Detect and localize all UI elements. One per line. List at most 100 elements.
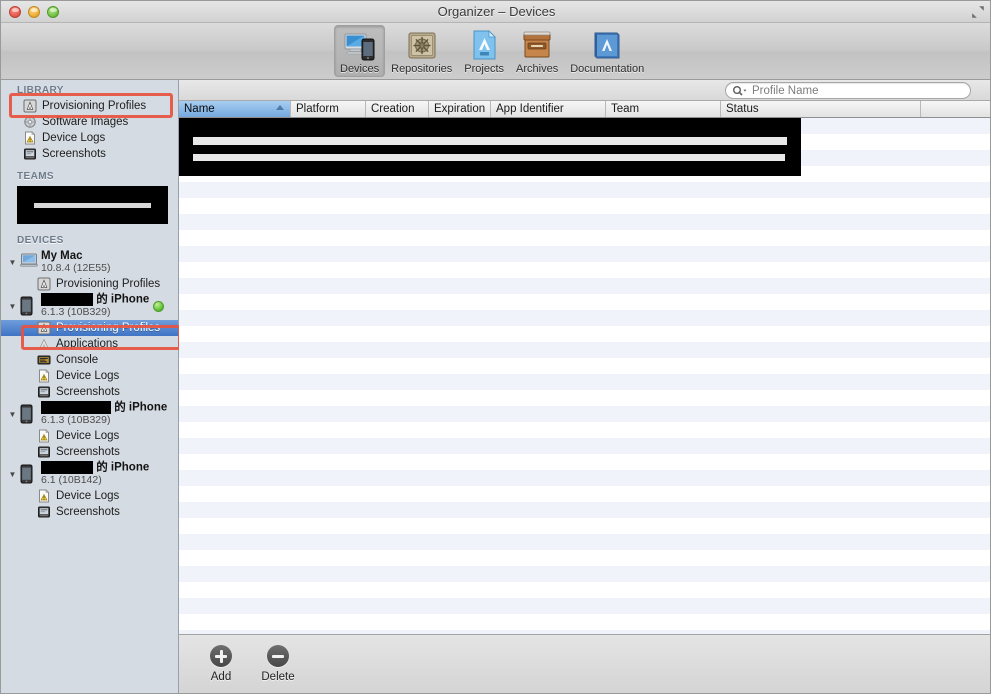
table-row[interactable]	[179, 342, 990, 358]
search-icon[interactable]	[732, 85, 748, 97]
column-header-creation[interactable]: Creation	[366, 101, 429, 117]
column-header-app-identifier[interactable]: App Identifier	[491, 101, 606, 117]
mac-icon	[20, 252, 38, 272]
table-row[interactable]	[179, 566, 990, 582]
device-version: 6.1.3 (10B329)	[41, 413, 111, 426]
disclosure-triangle-icon[interactable]: ▼	[7, 258, 18, 267]
fullscreen-icon[interactable]	[971, 5, 985, 19]
table-row[interactable]	[179, 198, 990, 214]
screenshot-icon	[37, 385, 51, 399]
table-row[interactable]	[179, 470, 990, 486]
sidebar-device-child-console[interactable]: Console	[1, 352, 178, 368]
sidebar-device-my-mac[interactable]: ▼ My Mac 10.8.4 (12E55)	[1, 248, 178, 276]
title-bar: Organizer – Devices	[1, 1, 990, 23]
redaction-block	[41, 293, 93, 307]
table-row[interactable]	[179, 310, 990, 326]
table-row[interactable]	[179, 486, 990, 502]
sidebar-device-child-screenshots[interactable]: Screenshots	[1, 384, 178, 400]
table-row[interactable]	[179, 614, 990, 630]
toolbar-item-repositories[interactable]: Repositories	[385, 25, 458, 77]
sidebar-device-child-provisioning-profiles[interactable]: Provisioning Profiles	[1, 276, 178, 292]
table-row[interactable]	[179, 278, 990, 294]
disclosure-triangle-icon[interactable]: ▼	[7, 470, 18, 479]
table-row[interactable]	[179, 358, 990, 374]
table-row[interactable]	[179, 534, 990, 550]
table-body[interactable]	[179, 118, 990, 657]
sidebar-item-screenshots[interactable]: Screenshots	[1, 146, 178, 162]
sidebar-device-iphone-1[interactable]: ▼ 的 iPhone 6.1.3 (10B329)	[1, 292, 178, 320]
table-row[interactable]	[179, 518, 990, 534]
delete-button[interactable]: Delete	[258, 645, 298, 683]
sidebar-device-child-device-logs[interactable]: Device Logs	[1, 428, 178, 444]
table-row[interactable]	[179, 550, 990, 566]
sidebar-item-software-images[interactable]: Software Images	[1, 114, 178, 130]
table-row[interactable]	[179, 390, 990, 406]
search-bar: Profile Name	[179, 80, 990, 101]
column-header-platform[interactable]: Platform	[291, 101, 366, 117]
sidebar-device-iphone-3[interactable]: ▼ 的 iPhone 6.1 (10B142)	[1, 460, 178, 488]
table-row[interactable]	[179, 294, 990, 310]
search-input[interactable]: Profile Name	[725, 82, 971, 99]
table-row[interactable]	[179, 374, 990, 390]
table-row[interactable]	[179, 422, 990, 438]
table-row[interactable]	[179, 246, 990, 262]
repositories-icon	[405, 28, 439, 62]
toolbar-item-devices[interactable]: Devices	[334, 25, 386, 77]
sidebar[interactable]: LIBRARY Provisioning Profiles Software I…	[1, 80, 179, 693]
window-title: Organizer – Devices	[437, 4, 556, 19]
toolbar-item-archives[interactable]: Archives	[510, 25, 564, 77]
toolbar-item-projects[interactable]: Projects	[458, 25, 510, 77]
column-header-name[interactable]: Name	[179, 101, 291, 117]
column-header-team[interactable]: Team	[606, 101, 721, 117]
disclosure-triangle-icon[interactable]: ▼	[7, 410, 18, 419]
table-row[interactable]	[179, 582, 990, 598]
provisioning-profile-icon	[37, 321, 51, 335]
sidebar-device-iphone-2[interactable]: ▼ 的 iPhone 6.1.3 (10B329)	[1, 400, 178, 428]
table-row[interactable]	[179, 598, 990, 614]
main-content-panel: Profile Name Name Platform Creation Expi…	[179, 80, 990, 693]
disclosure-triangle-icon[interactable]: ▼	[7, 302, 18, 311]
table-row[interactable]	[179, 502, 990, 518]
add-button[interactable]: Add	[201, 645, 241, 683]
sidebar-device-child-device-logs[interactable]: Device Logs	[1, 368, 178, 384]
column-header-spacer[interactable]	[921, 101, 990, 117]
column-header-status[interactable]: Status	[721, 101, 921, 117]
bottom-button-group: Add Delete	[201, 645, 298, 683]
sidebar-device-child-provisioning-profiles-selected[interactable]: Provisioning Profiles	[1, 320, 178, 336]
sidebar-item-label: Provisioning Profiles	[42, 100, 147, 112]
sidebar-item-label: Provisioning Profiles	[56, 322, 161, 334]
toolbar-item-documentation[interactable]: Documentation	[564, 25, 650, 77]
table-row[interactable]	[179, 438, 990, 454]
table-row[interactable]	[179, 454, 990, 470]
redacted-profile-rows[interactable]	[179, 118, 801, 176]
sidebar-item-label: Device Logs	[56, 370, 120, 382]
minus-horizontal	[272, 655, 284, 658]
sidebar-device-child-screenshots[interactable]: Screenshots	[1, 504, 178, 520]
column-header-expiration[interactable]: Expiration	[429, 101, 491, 117]
column-header-label: Expiration	[434, 103, 486, 115]
toolbar-item-label: Documentation	[570, 63, 645, 75]
sidebar-item-provisioning-profiles[interactable]: Provisioning Profiles	[1, 98, 178, 114]
table-row[interactable]	[179, 182, 990, 198]
search-placeholder: Profile Name	[752, 84, 819, 97]
table-row[interactable]	[179, 406, 990, 422]
sidebar-device-child-applications[interactable]: Applications	[1, 336, 178, 352]
sidebar-item-label: Device Logs	[42, 132, 106, 144]
table-row[interactable]	[179, 326, 990, 342]
provisioning-profile-icon	[37, 277, 51, 291]
plus-vertical	[219, 650, 223, 663]
sidebar-device-child-device-logs[interactable]: Device Logs	[1, 488, 178, 504]
redaction-block	[41, 461, 93, 475]
device-log-icon	[23, 131, 37, 145]
device-name-suffix: 的 iPhone	[96, 461, 150, 474]
delete-button-label: Delete	[261, 671, 295, 683]
sidebar-item-device-logs[interactable]: Device Logs	[1, 130, 178, 146]
table-row[interactable]	[179, 230, 990, 246]
team-item-redacted[interactable]	[17, 186, 168, 224]
table-row[interactable]	[179, 262, 990, 278]
sidebar-item-label: Screenshots	[56, 506, 120, 518]
sidebar-item-label: Screenshots	[56, 446, 120, 458]
sidebar-device-child-screenshots[interactable]: Screenshots	[1, 444, 178, 460]
toolbar-item-label: Devices	[340, 63, 380, 75]
table-row[interactable]	[179, 214, 990, 230]
